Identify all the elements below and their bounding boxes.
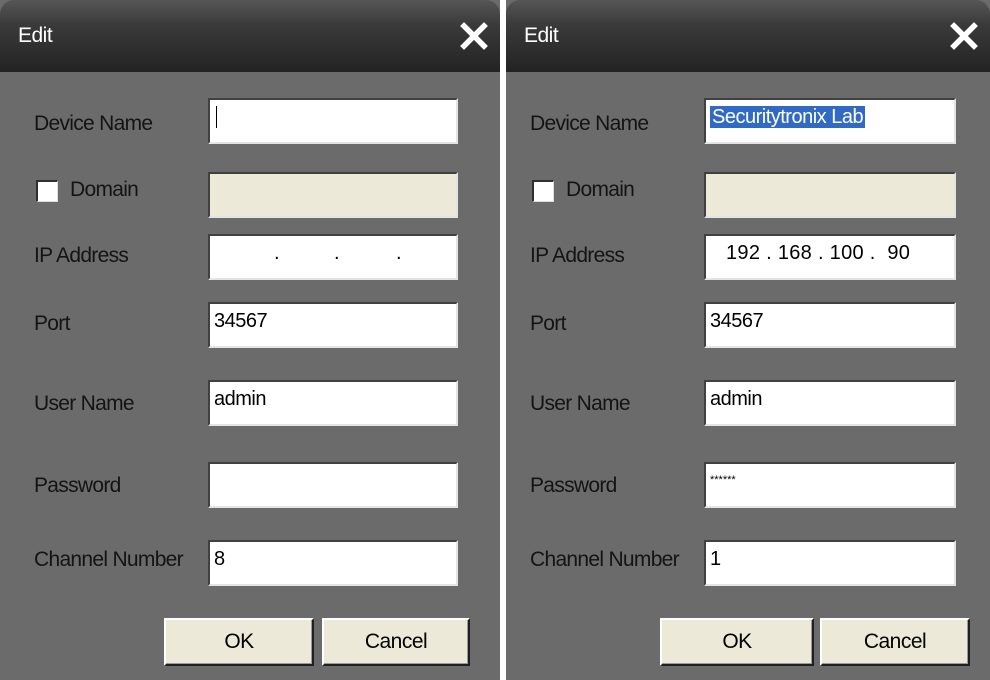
domain-label: Domain [566,178,635,201]
title-bar: Edit [506,0,990,72]
close-icon [950,22,978,50]
ip-address-input[interactable]: . . . [208,234,458,280]
channel-number-input[interactable]: 8 [208,540,458,586]
close-button[interactable] [458,20,490,52]
ip-address-value: 192 . 168 . 100 . 90 [726,242,911,264]
channel-number-label: Channel Number [530,548,680,571]
user-name-input[interactable]: admin [208,380,458,426]
password-input[interactable] [208,462,458,508]
dialog-title: Edit [18,24,53,47]
port-input[interactable]: 34567 [704,302,956,348]
user-name-label: User Name [34,392,135,415]
port-input[interactable]: 34567 [208,302,458,348]
edit-dialog-right: Edit Device Name Securitytronix Lab Doma… [506,0,990,680]
port-label: Port [530,312,566,335]
ip-address-input[interactable]: 192 . 168 . 100 . 90 [704,234,956,280]
password-label: Password [34,474,121,497]
ok-button[interactable]: OK [164,618,314,666]
device-name-label: Device Name [34,112,153,135]
user-name-input[interactable]: admin [704,380,956,426]
cancel-button[interactable]: Cancel [322,618,470,666]
close-icon [460,22,488,50]
edit-dialog-left: Edit Device Name Domain IP Address . . .… [0,0,500,680]
device-name-label: Device Name [530,112,649,135]
port-label: Port [34,312,70,335]
title-bar: Edit [0,0,500,72]
text-caret [216,106,217,128]
dialog-title: Edit [524,24,559,47]
ip-address-label: IP Address [530,244,625,267]
domain-label: Domain [70,178,139,201]
ip-address-label: IP Address [34,244,129,267]
selected-text: Securitytronix Lab [710,106,866,128]
domain-checkbox[interactable] [36,180,58,202]
domain-input[interactable] [704,172,956,218]
close-button[interactable] [948,20,980,52]
domain-checkbox[interactable] [532,180,554,202]
password-input[interactable]: ****** [704,462,956,508]
password-label: Password [530,474,617,497]
channel-number-label: Channel Number [34,548,184,571]
device-name-input[interactable] [208,98,458,144]
user-name-label: User Name [530,392,631,415]
domain-input[interactable] [208,172,458,218]
cancel-button[interactable]: Cancel [820,618,970,666]
device-name-input[interactable]: Securitytronix Lab [704,98,956,144]
channel-number-input[interactable]: 1 [704,540,956,586]
ok-button[interactable]: OK [660,618,814,666]
